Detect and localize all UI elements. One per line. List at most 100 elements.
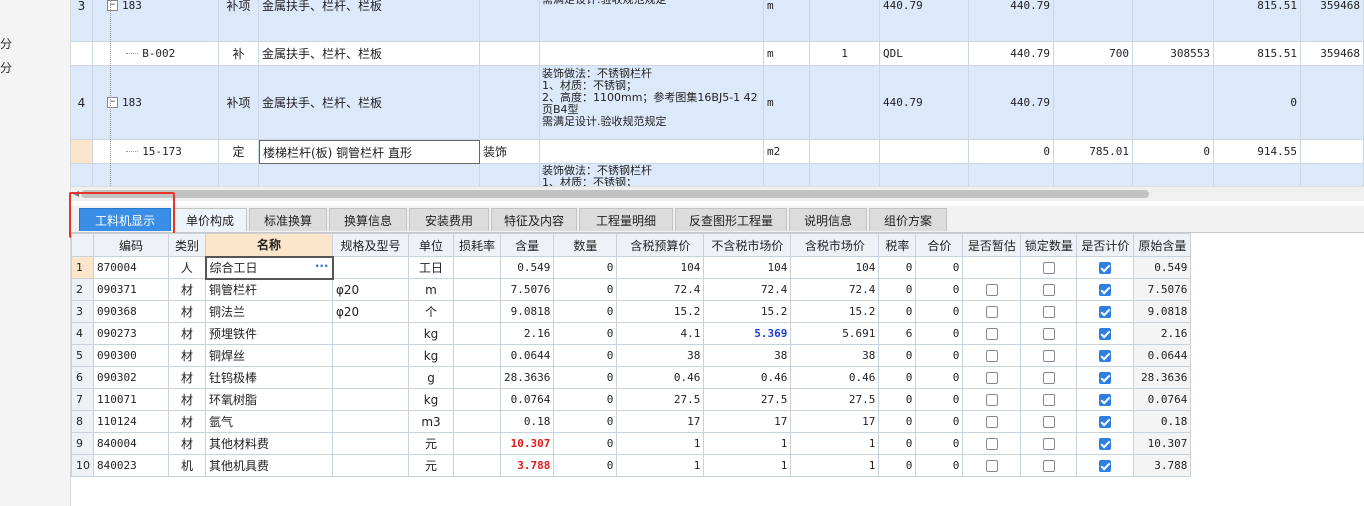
item-cell-code[interactable]	[93, 164, 219, 186]
cell-total[interactable]: 0	[915, 388, 964, 411]
cell-qty[interactable]: 0	[553, 322, 618, 345]
cell-total[interactable]: 0	[915, 454, 964, 477]
item-cell-num[interactable]: 3	[71, 0, 93, 42]
checkbox[interactable]	[1042, 460, 1055, 472]
item-cell-total[interactable]	[969, 164, 1054, 186]
cell-price[interactable]	[1076, 344, 1135, 367]
item-row[interactable]: B-002 补 金属扶手、栏杆、栏板 m 1 QDL 440.79 700 308553 815.…	[71, 42, 1364, 66]
cell-market_in[interactable]: 72.4	[790, 278, 880, 301]
cell-name[interactable]: 铜法兰	[205, 300, 333, 323]
item-cell-unit[interactable]: m	[764, 42, 810, 66]
cell-price[interactable]	[1076, 322, 1135, 345]
column-header[interactable]: 原始含量	[1133, 233, 1192, 257]
cell-name[interactable]: 其他材料费	[205, 432, 333, 455]
column-header[interactable]: 编码	[93, 233, 169, 257]
cell-spec[interactable]	[332, 256, 409, 279]
item-cell-total[interactable]: 440.79	[969, 66, 1054, 140]
item-row[interactable]: 装饰做法：不锈钢栏杆 1、材质：不锈钢；	[71, 164, 1364, 186]
cell-price[interactable]	[1076, 454, 1135, 477]
item-cell-p4[interactable]: 359468	[1301, 0, 1364, 42]
item-cell-qty[interactable]	[810, 66, 880, 140]
cell-code[interactable]: 090368	[93, 300, 169, 323]
item-cell-p4[interactable]	[1301, 66, 1364, 140]
column-header[interactable]: 含税市场价	[790, 233, 880, 257]
item-cell-expr[interactable]: QDL	[880, 42, 969, 66]
cell-loss[interactable]	[453, 454, 501, 477]
column-header[interactable]: 类别	[168, 233, 206, 257]
item-cell-p2[interactable]: 0	[1133, 140, 1214, 164]
checkbox-checked[interactable]	[1099, 306, 1112, 318]
checkbox[interactable]	[1042, 328, 1055, 340]
cell-price[interactable]	[1076, 410, 1135, 433]
cell-tax[interactable]: 0	[878, 366, 917, 389]
cell-amount[interactable]: 9.0818	[499, 300, 555, 323]
table-row[interactable]: 6 090302 材 钍钨极棒 g 28.3636 0 0.46 0.46 0.46 0 0 28.36…	[71, 366, 1192, 389]
cell-price[interactable]	[1076, 256, 1135, 279]
checkbox-checked[interactable]	[1099, 394, 1112, 406]
item-cell-p2[interactable]	[1133, 66, 1214, 140]
table-row[interactable]: 2 090371 材 铜管栏杆 φ20 m 7.5076 0 72.4 72.4 72.4 0 0 7.5…	[71, 278, 1192, 301]
cell-price[interactable]	[1076, 388, 1135, 411]
cell-cat[interactable]: 材	[168, 432, 206, 455]
checkbox[interactable]	[985, 372, 998, 384]
cell-spec[interactable]	[332, 410, 409, 433]
checkbox[interactable]	[985, 350, 998, 362]
cell-lock[interactable]	[1020, 432, 1078, 455]
cell-name[interactable]: 预埋铁件	[205, 322, 333, 345]
checkbox-checked[interactable]	[1099, 416, 1112, 428]
item-cell-type[interactable]: 定	[219, 140, 259, 164]
cell-orig[interactable]: 0.18	[1133, 410, 1192, 433]
item-cell-spec[interactable]	[480, 0, 540, 42]
cell-cat[interactable]: 材	[168, 300, 206, 323]
cell-name[interactable]: 环氧树脂	[205, 388, 333, 411]
cell-orig[interactable]: 0.0644	[1133, 344, 1192, 367]
cell-unit[interactable]: 个	[408, 300, 454, 323]
cell-budget[interactable]: 1	[616, 432, 705, 455]
column-header[interactable]: 是否暂估	[962, 233, 1022, 257]
item-cell-name[interactable]: 金属扶手、栏杆、栏板	[259, 0, 480, 42]
cell-market_in[interactable]: 17	[790, 410, 880, 433]
cell-code[interactable]: 090371	[93, 278, 169, 301]
cell-est[interactable]	[962, 344, 1022, 367]
item-cell-p2[interactable]: 308553	[1133, 42, 1214, 66]
collapse-icon[interactable]: −	[107, 0, 118, 11]
cell-total[interactable]: 0	[915, 322, 964, 345]
cell-est[interactable]	[962, 454, 1022, 477]
item-cell-desc[interactable]	[540, 140, 764, 164]
item-row[interactable]: 15-173 定 楼梯栏杆(板) 铜管栏杆 直形 装饰 m2 0 785.01 0 914.55	[71, 140, 1364, 164]
cell-spec[interactable]: φ20	[332, 278, 409, 301]
checkbox-checked[interactable]	[1099, 262, 1112, 274]
cell-qty[interactable]: 0	[553, 300, 618, 323]
item-cell-desc[interactable]: 装饰做法：不锈钢栏杆 1、材质：不锈钢； 2、高度：1100mm；参考图集16B…	[540, 66, 764, 140]
cell-total[interactable]: 0	[915, 432, 964, 455]
tab-7[interactable]: 工程量明细	[579, 208, 673, 231]
row-number[interactable]: 9	[71, 432, 94, 455]
cell-spec[interactable]	[332, 322, 409, 345]
cell-est[interactable]	[962, 256, 1022, 279]
cell-price[interactable]	[1076, 300, 1135, 323]
item-cell-total[interactable]: 0	[969, 140, 1054, 164]
cell-total[interactable]: 0	[915, 278, 964, 301]
table-row[interactable]: 3 090368 材 铜法兰 φ20 个 9.0818 0 15.2 15.2 15.2 0 0 9.08…	[71, 300, 1192, 323]
cell-qty[interactable]: 0	[553, 366, 618, 389]
cell-cat[interactable]: 材	[168, 366, 206, 389]
cell-spec[interactable]	[332, 454, 409, 477]
checkbox[interactable]	[1042, 262, 1055, 274]
cell-name[interactable]: 铜焊丝	[205, 344, 333, 367]
cell-tax[interactable]: 0	[878, 410, 917, 433]
row-number[interactable]: 3	[71, 300, 94, 323]
column-header[interactable]: 规格及型号	[332, 233, 409, 257]
cell-total[interactable]: 0	[915, 410, 964, 433]
cell-tax[interactable]: 0	[878, 300, 917, 323]
cell-qty[interactable]: 0	[553, 410, 618, 433]
cell-lock[interactable]	[1020, 388, 1078, 411]
cell-est[interactable]	[962, 410, 1022, 433]
item-cell-p4[interactable]	[1301, 140, 1364, 164]
cell-amount[interactable]: 0.0644	[499, 344, 555, 367]
cell-tax[interactable]: 0	[878, 432, 917, 455]
checkbox-checked[interactable]	[1099, 284, 1112, 296]
more-options-button[interactable]: ···	[315, 259, 329, 273]
cell-orig[interactable]: 9.0818	[1133, 300, 1192, 323]
cell-budget[interactable]: 72.4	[616, 278, 705, 301]
cell-unit[interactable]: 元	[408, 432, 454, 455]
